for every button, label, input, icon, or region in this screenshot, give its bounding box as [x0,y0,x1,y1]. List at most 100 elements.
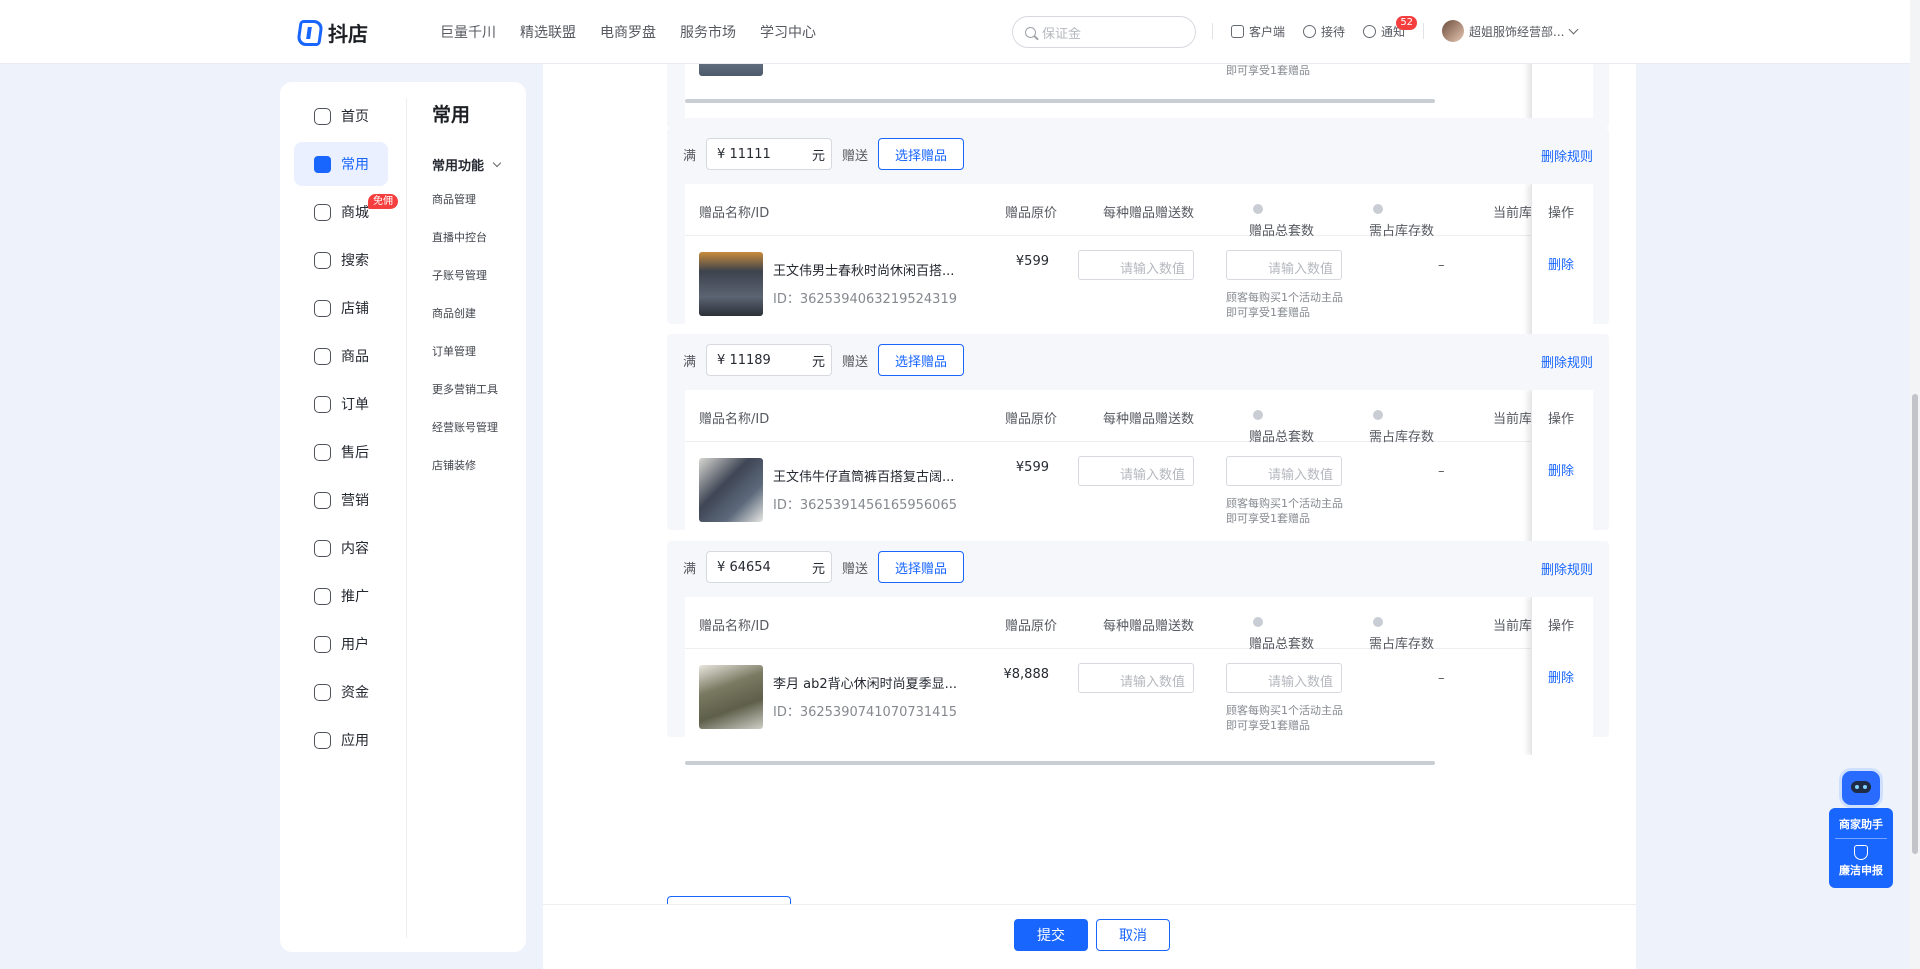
sub-nav-links: 商品管理 直播中控台 子账号管理 商品创建 订单管理 更多营销工具 经营账号管理 店铺装修 [432,192,522,496]
delete-rule-link[interactable]: 删除规则 [1541,559,1593,578]
sidebar-item[interactable]: 营销 [294,478,388,522]
top-menu-item-alliance[interactable]: 精选联盟 [520,22,576,42]
sidebar-item-label: 用户 [341,637,369,653]
gift-rule-card: 满 ¥ 11189 元 赠送 选择赠品 删除规则 赠品名称/ID 赠品原价 每种… [667,334,1609,558]
delete-gift-link[interactable]: 删除 [1548,254,1574,273]
delete-rule-link[interactable]: 删除规则 [1541,146,1593,165]
sub-nav-link[interactable]: 直播中控台 [432,230,522,268]
choose-gift-button[interactable]: 选择赠品 [878,344,965,376]
sidebar-item[interactable]: 资金 [294,670,388,714]
product-name[interactable]: 王文伟牛仔直筒裤百搭复古阔... [773,466,977,485]
sidebar-main-nav: 首页常用商城 免佣 搜索 店铺 商品订单售后营销内容推广用户资金 应用 [294,94,398,766]
search-icon [1025,26,1036,38]
gift-hint: 顾客每购买1个活动主品即可享受1套赠品 [1226,497,1343,525]
stock-needed-value: – [1438,258,1445,273]
table-row: 王文伟男士春秋时尚休闲百搭... ID：3625394063219524319 … [685,236,1593,342]
gift-rule-card: 满 ¥ 64654 元 赠送 选择赠品 删除规则 赠品名称/ID 赠品原价 每种… [667,541,1609,765]
total-sets-input[interactable]: 请输入数值 [1226,456,1342,486]
sub-nav-link[interactable]: 订单管理 [432,344,522,382]
logo-icon [296,19,324,46]
help-icon[interactable] [1373,410,1383,420]
client-download-button[interactable]: 客户端 [1231,23,1285,40]
account-menu[interactable]: 超姐服饰经营部... [1442,20,1578,42]
table-horizontal-scrollbar[interactable] [685,99,1435,103]
sub-nav-link[interactable]: 更多营销工具 [432,382,522,420]
reception-button[interactable]: 接待 [1303,23,1345,40]
threshold-amount-input[interactable]: ¥ 64654 元 [706,551,833,583]
choose-gift-button[interactable]: 选择赠品 [878,138,965,170]
sidebar-item-label: 常用 [341,157,369,173]
col-header-total-sets: 赠品总套数 [1249,408,1314,445]
per-gift-qty-input[interactable]: 请输入数值 [1078,250,1194,280]
product-name[interactable]: 李月 ab2背心休闲时尚夏季显... [773,673,977,692]
total-sets-input[interactable]: 请输入数值 [1226,663,1342,693]
help-icon[interactable] [1373,617,1383,627]
sub-nav-link[interactable]: 子账号管理 [432,268,522,306]
notification-button[interactable]: 通知 52 [1363,15,1418,40]
home-icon [314,107,331,125]
sidebar-item-label: 营销 [341,493,369,509]
sub-nav-title: 常用 [432,104,471,126]
search-input[interactable]: 保证金 [1012,16,1196,48]
top-menu-item-qianchuan[interactable]: 巨量千川 [440,22,496,42]
cancel-button[interactable]: 取消 [1096,919,1170,951]
total-sets-input[interactable]: 请输入数值 [1226,250,1342,280]
delete-gift-link[interactable]: 删除 [1548,460,1574,479]
submit-button[interactable]: 提交 [1014,919,1088,951]
fixed-action-column: 操作 删除 [1531,390,1593,548]
sub-nav-link[interactable]: 经营账号管理 [432,420,522,458]
sidebar-item[interactable]: 首页 [294,94,388,138]
delete-rule-link[interactable]: 删除规则 [1541,352,1593,371]
sidebar-item[interactable]: 用户 [294,622,388,666]
gift-label: 赠送 [842,148,869,164]
choose-gift-button[interactable]: 选择赠品 [878,551,965,583]
col-header-current: 当前库 [1493,619,1533,634]
threshold-amount-input[interactable]: ¥ 11189 元 [706,344,833,376]
top-menu-item-compass[interactable]: 电商罗盘 [600,22,656,42]
sidebar-sub-nav: 常用 常用功能 商品管理 直播中控台 子账号管理 商品创建 订单管理 更多营销工具 经营账号… [432,100,522,496]
sidebar-item[interactable]: 商品 [294,334,388,378]
per-gift-qty-input[interactable]: 请输入数值 [1078,663,1194,693]
sidebar-item[interactable]: 商城 免佣 [294,190,398,234]
help-icon[interactable] [1373,204,1383,214]
help-icon[interactable] [1253,617,1263,627]
help-icon[interactable] [1253,410,1263,420]
mall-icon [314,203,331,221]
per-gift-qty-input[interactable]: 请输入数值 [1078,456,1194,486]
assistant-button[interactable]: 商家助手 [1829,808,1893,832]
product-name[interactable]: 王文伟男士春秋时尚休闲百搭... [773,260,977,279]
product-id: ID：3625391456165956065 [773,498,957,513]
sidebar-item-label: 订单 [341,397,369,413]
sub-nav-link[interactable]: 商品管理 [432,192,522,230]
col-header-per-qty: 每种赠品赠送数 [1103,206,1195,221]
table-horizontal-scrollbar[interactable] [685,761,1435,765]
sub-nav-section-toggle[interactable]: 常用功能 [432,155,522,174]
main-content: ID：3625393363022433738 顾客每购买1个活动主品即可享受1套… [543,54,1636,969]
sidebar-item[interactable]: 常用 [294,142,388,186]
merchant-helper-widget[interactable]: 商家助手 廉洁申报 [1829,764,1893,888]
top-menu-item-learning[interactable]: 学习中心 [760,22,816,42]
sidebar-item[interactable]: 应用 [294,718,388,762]
delete-gift-link[interactable]: 删除 [1548,667,1574,686]
sidebar-item-label: 推广 [341,589,369,605]
sidebar-item[interactable]: 售后 [294,430,388,474]
page-scrollbar-thumb[interactable] [1912,394,1918,854]
sidebar-item[interactable]: 店铺 [294,286,388,330]
currency-symbol: ¥ [717,146,726,162]
product-thumbnail [699,665,763,729]
threshold-amount-input[interactable]: ¥ 11111 元 [706,138,833,170]
sidebar-item[interactable]: 订单 [294,382,388,426]
top-menu-item-market[interactable]: 服务市场 [680,22,736,42]
sidebar-item-label: 商城 [341,205,369,221]
sidebar-item[interactable]: 内容 [294,526,388,570]
sidebar-item[interactable]: 搜索 [294,238,388,282]
col-header-total-sets: 赠品总套数 [1249,202,1314,239]
sub-nav-link[interactable]: 店铺装修 [432,458,522,496]
stock-needed-value: – [1438,464,1445,479]
sidebar-item[interactable]: 推广 [294,574,388,618]
help-icon[interactable] [1253,204,1263,214]
integrity-report-button[interactable]: 廉洁申报 [1829,862,1893,878]
brand-logo[interactable]: 抖店 [296,18,368,47]
product-id: ID：3625394063219524319 [773,292,957,307]
sub-nav-link[interactable]: 商品创建 [432,306,522,344]
